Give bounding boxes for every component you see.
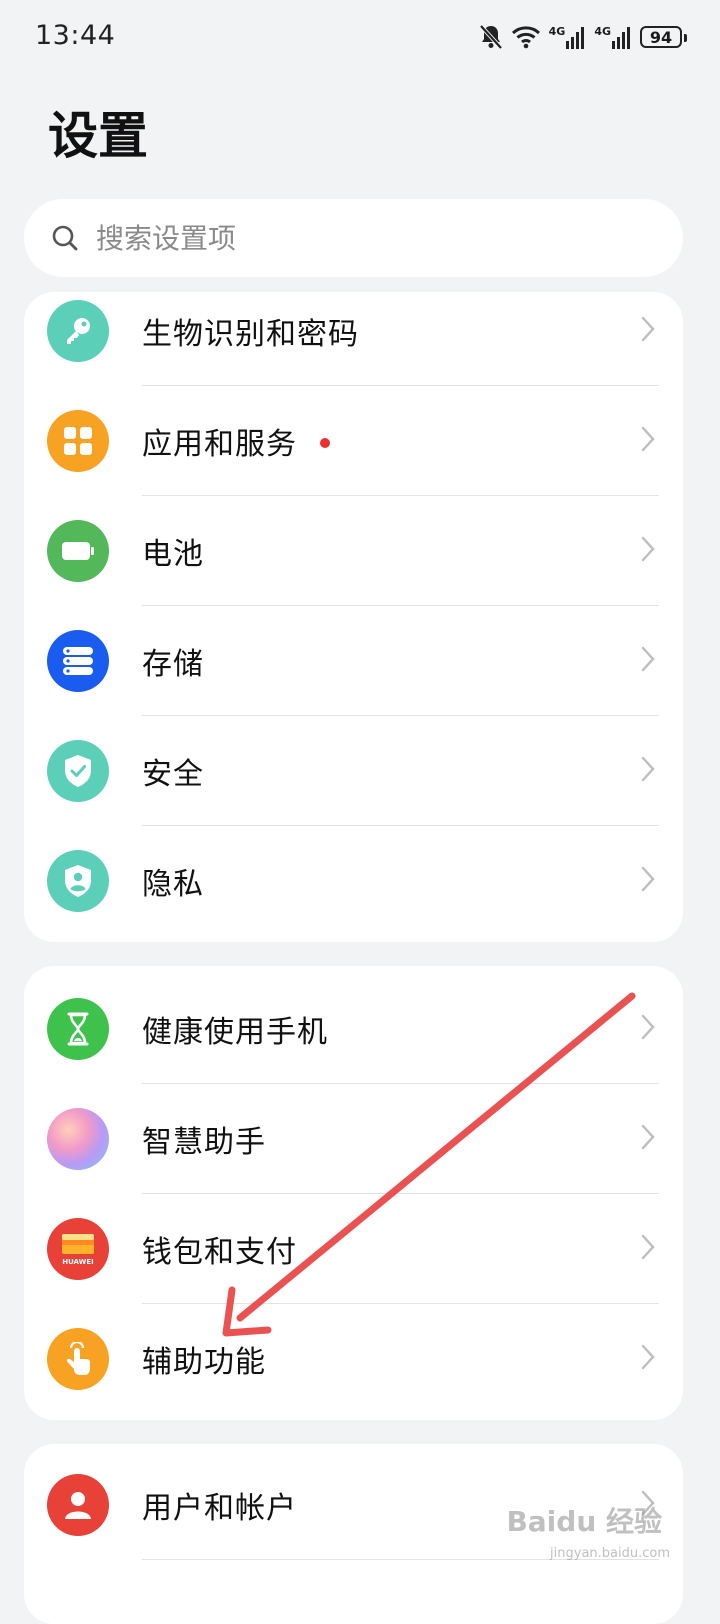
status-bar: 13:44 4G 4G 94 — [0, 0, 720, 78]
chevron-right-icon — [641, 646, 655, 676]
storage-icon — [47, 630, 109, 692]
settings-item-privacy[interactable]: 隐私 — [24, 826, 683, 936]
user-icon — [47, 1474, 109, 1536]
settings-item-label: 生物识别和密码 — [142, 317, 359, 352]
status-icons: 4G 4G 94 — [479, 22, 687, 52]
notification-dot — [320, 438, 330, 448]
settings-item-battery[interactable]: 电池 — [24, 496, 683, 606]
settings-item-smart-assistant[interactable]: 智慧助手 — [24, 1084, 683, 1194]
wallet-icon: HUAWEI — [47, 1218, 109, 1280]
chevron-right-icon — [641, 426, 655, 456]
privacy-shield-icon — [47, 850, 109, 912]
settings-item-label: 应用和服务 — [142, 427, 297, 462]
search-icon — [52, 225, 78, 251]
signal-bars-icon — [566, 27, 585, 49]
cellular-signal-2: 4G — [594, 25, 632, 49]
settings-item-accessibility[interactable]: 辅助功能 — [24, 1304, 683, 1414]
settings-item-label: 健康使用手机 — [142, 1015, 328, 1050]
settings-item-digital-balance[interactable]: 健康使用手机 — [24, 974, 683, 1084]
mute-bell-icon — [479, 24, 503, 50]
settings-item-wallet[interactable]: HUAWEI 钱包和支付 — [24, 1194, 683, 1304]
settings-item-label: 电池 — [142, 537, 204, 572]
settings-group-security: 生物识别和密码 应用和服务 电池 存储 安全 隐私 — [24, 292, 683, 942]
apps-grid-icon — [47, 410, 109, 472]
chevron-right-icon — [641, 866, 655, 896]
search-bar[interactable] — [24, 199, 683, 277]
page-title: 设置 — [48, 107, 148, 165]
settings-item-label: 智慧助手 — [142, 1125, 266, 1160]
watermark-url: jingyan.baidu.com — [550, 1546, 670, 1561]
wifi-icon — [511, 25, 541, 49]
shield-check-icon — [47, 740, 109, 802]
settings-item-label: 安全 — [142, 757, 204, 792]
battery-indicator: 94 — [640, 26, 687, 48]
status-time: 13:44 — [35, 20, 116, 51]
settings-item-security[interactable]: 安全 — [24, 716, 683, 826]
settings-item-storage[interactable]: 存储 — [24, 606, 683, 716]
chevron-right-icon — [641, 1234, 655, 1264]
signal-bars-icon — [612, 27, 630, 49]
assistant-orb-icon — [47, 1108, 109, 1170]
touch-hand-icon — [47, 1328, 109, 1390]
settings-item-label: 存储 — [142, 647, 204, 682]
chevron-right-icon — [641, 316, 655, 346]
settings-item-label: 隐私 — [142, 867, 204, 902]
cellular-signal-1: 4G — [549, 25, 587, 49]
settings-group-features: 健康使用手机 智慧助手 HUAWEI 钱包和支付 辅助功能 — [24, 966, 683, 1420]
key-icon — [47, 300, 109, 362]
settings-item-label: 用户和帐户 — [142, 1491, 297, 1526]
hourglass-icon — [47, 998, 109, 1060]
chevron-right-icon — [641, 536, 655, 566]
watermark-logo: Baidu 经验 — [506, 1505, 662, 1538]
chevron-right-icon — [641, 756, 655, 786]
chevron-right-icon — [641, 1344, 655, 1374]
settings-item-biometrics[interactable]: 生物识别和密码 — [24, 292, 683, 386]
settings-item-apps-services[interactable]: 应用和服务 — [24, 386, 683, 496]
settings-item-label: 辅助功能 — [142, 1345, 266, 1380]
chevron-right-icon — [641, 1124, 655, 1154]
search-input[interactable] — [94, 220, 618, 256]
settings-item-label: 钱包和支付 — [142, 1235, 297, 1270]
battery-icon — [47, 520, 109, 582]
chevron-right-icon — [641, 1014, 655, 1044]
